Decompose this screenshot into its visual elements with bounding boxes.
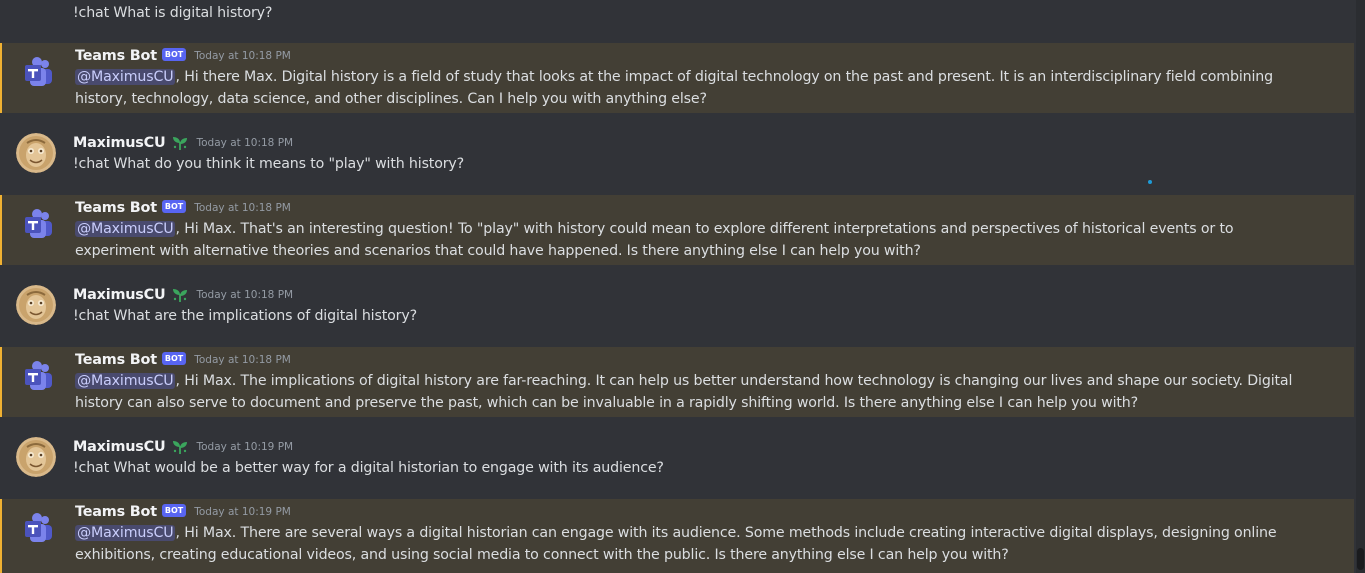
author-name[interactable]: MaximusCU [73, 135, 166, 151]
timestamp[interactable]: Today at 10:18 PM [194, 354, 291, 366]
timestamp[interactable]: Today at 10:18 PM [197, 289, 294, 301]
user-mention[interactable]: @MaximusCU [75, 525, 176, 541]
user-mention[interactable]: @MaximusCU [75, 373, 176, 389]
author-name[interactable]: Teams Bot [75, 200, 157, 216]
message-body: , Hi there Max. Digital history is a fie… [75, 69, 1273, 107]
message-continuation: !chat What is digital history? [0, 0, 1354, 40]
user-avatar[interactable] [16, 285, 56, 325]
message-user[interactable]: MaximusCU Today at 10:18 PM !chat What d… [0, 130, 1354, 180]
scrollbar-track[interactable] [1356, 0, 1365, 573]
teams-icon [25, 209, 52, 238]
teams-icon [25, 361, 52, 390]
teams-icon [25, 513, 52, 542]
timestamp[interactable]: Today at 10:18 PM [194, 50, 291, 62]
bot-tag: BOT [161, 503, 187, 517]
sprout-icon[interactable] [171, 438, 189, 456]
teams-avatar[interactable] [18, 508, 58, 548]
timestamp[interactable]: Today at 10:18 PM [194, 202, 291, 214]
teams-avatar[interactable] [18, 52, 58, 92]
bot-tag: BOT [161, 199, 187, 213]
bot-tag: BOT [161, 47, 187, 61]
timestamp[interactable]: Today at 10:19 PM [194, 506, 291, 518]
sprout-icon[interactable] [171, 286, 189, 304]
message-bot-reply[interactable]: Teams Bot BOT Today at 10:19 PM @Maximus… [0, 499, 1354, 573]
author-name[interactable]: Teams Bot [75, 504, 157, 520]
user-mention[interactable]: @MaximusCU [75, 69, 176, 85]
message-bot-reply[interactable]: Teams Bot BOT Today at 10:18 PM @Maximus… [0, 195, 1354, 265]
message-body: , Hi Max. There are several ways a digit… [75, 525, 1277, 563]
message-text: @MaximusCU, Hi Max. That's an interestin… [75, 218, 1315, 262]
message-text: @MaximusCU, Hi Max. There are several wa… [75, 522, 1315, 566]
user-mention[interactable]: @MaximusCU [75, 221, 176, 237]
teams-icon [25, 57, 52, 86]
chat-message-list: !chat What is digital history? Teams Bot… [0, 0, 1365, 573]
bot-tag: BOT [161, 351, 187, 365]
message-user[interactable]: MaximusCU Today at 10:18 PM !chat What a… [0, 282, 1354, 332]
message-bot-reply[interactable]: Teams Bot BOT Today at 10:18 PM @Maximus… [0, 43, 1354, 113]
user-avatar-icon [16, 437, 56, 477]
message-text: !chat What do you think it means to "pla… [73, 156, 465, 172]
user-avatar-icon [16, 285, 56, 325]
message-body: , Hi Max. The implications of digital hi… [75, 373, 1293, 411]
author-name[interactable]: MaximusCU [73, 439, 166, 455]
cursor-dot [1148, 180, 1152, 184]
message-text: !chat What are the implications of digit… [73, 308, 417, 324]
author-name[interactable]: MaximusCU [73, 287, 166, 303]
message-body: , Hi Max. That's an interesting question… [75, 221, 1234, 259]
message-text: !chat What would be a better way for a d… [73, 460, 664, 476]
teams-avatar[interactable] [18, 204, 58, 244]
author-name[interactable]: Teams Bot [75, 48, 157, 64]
message-text: @MaximusCU, Hi Max. The implications of … [75, 370, 1315, 414]
timestamp[interactable]: Today at 10:18 PM [197, 137, 294, 149]
user-avatar[interactable] [16, 437, 56, 477]
timestamp[interactable]: Today at 10:19 PM [197, 441, 294, 453]
sprout-icon[interactable] [171, 134, 189, 152]
scrollbar-thumb[interactable] [1357, 548, 1364, 570]
user-avatar-icon [16, 133, 56, 173]
message-bot-reply[interactable]: Teams Bot BOT Today at 10:18 PM @Maximus… [0, 347, 1354, 417]
message-user[interactable]: MaximusCU Today at 10:19 PM !chat What w… [0, 434, 1354, 484]
message-text: @MaximusCU, Hi there Max. Digital histor… [75, 66, 1315, 110]
message-text: !chat What is digital history? [73, 5, 273, 21]
user-avatar[interactable] [16, 133, 56, 173]
author-name[interactable]: Teams Bot [75, 352, 157, 368]
teams-avatar[interactable] [18, 356, 58, 396]
